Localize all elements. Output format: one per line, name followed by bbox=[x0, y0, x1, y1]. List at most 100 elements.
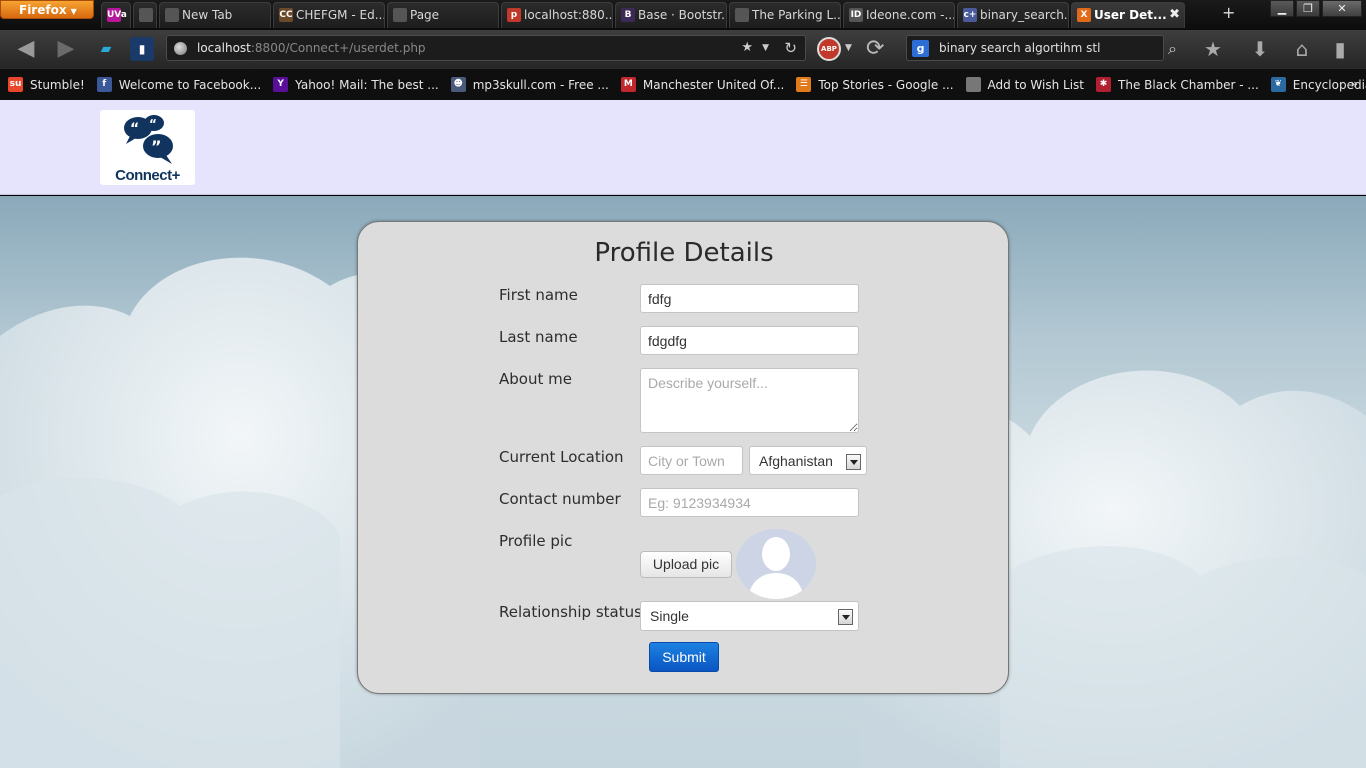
browser-tab[interactable]: Page bbox=[387, 2, 499, 28]
close-tab-icon[interactable]: ✖ bbox=[1169, 3, 1180, 27]
relationship-status-select[interactable]: Single bbox=[640, 601, 859, 631]
google-icon[interactable]: g bbox=[912, 40, 929, 57]
tab-label: Base · Bootstr... bbox=[638, 8, 727, 22]
profile-pic-label: Profile pic bbox=[499, 532, 573, 550]
current-location-label: Current Location bbox=[499, 448, 624, 466]
url-history-dropdown-icon[interactable]: ▼ bbox=[762, 36, 769, 60]
page-icon bbox=[165, 8, 179, 22]
phpmyadmin-icon: p bbox=[507, 8, 521, 22]
bookmark-label: Add to Wish List bbox=[987, 77, 1085, 92]
browser-tab[interactable]: c+ binary_search... bbox=[957, 2, 1069, 28]
about-me-textarea[interactable] bbox=[640, 368, 859, 433]
browser-tab[interactable]: UVa bbox=[101, 2, 131, 28]
restore-button[interactable]: ❐ bbox=[1296, 0, 1320, 17]
manutd-icon: M bbox=[620, 77, 636, 92]
bookmark-label: mp3skull.com - Free ... bbox=[472, 77, 609, 92]
browser-tab[interactable]: B Base · Bootstr... bbox=[615, 2, 727, 28]
bookmark-label: The Black Chamber - ... bbox=[1118, 77, 1259, 92]
facebook-icon: f bbox=[96, 77, 112, 92]
bookmark-label: Yahoo! Mail: The best ... bbox=[295, 77, 439, 92]
speech-bubbles-icon: “ “ ” bbox=[124, 115, 173, 164]
flag-icon: ✱ bbox=[1096, 77, 1112, 92]
browser-tab[interactable]: ID Ideone.com -... bbox=[843, 2, 955, 28]
browser-tab[interactable]: p localhost:880... bbox=[501, 2, 613, 28]
firefox-menu-label: Firefox bbox=[19, 3, 67, 17]
browser-tab[interactable]: The Parking L... bbox=[729, 2, 841, 28]
xampp-icon: X bbox=[1077, 8, 1091, 22]
reload-icon[interactable]: ↻ bbox=[784, 36, 797, 60]
tab-label: The Parking L... bbox=[752, 8, 841, 22]
tab-label: localhost:880... bbox=[524, 8, 613, 22]
close-window-button[interactable]: ✕ bbox=[1322, 0, 1362, 17]
search-query-text: binary search algortihm stl bbox=[939, 41, 1101, 55]
new-tab-button[interactable]: + bbox=[1222, 3, 1235, 22]
city-input[interactable] bbox=[640, 446, 743, 475]
tab-active[interactable]: X User Det... ✖ bbox=[1071, 2, 1185, 28]
bookmark-label: Top Stories - Google ... bbox=[818, 77, 954, 92]
relationship-select-value: Single bbox=[650, 608, 689, 624]
minimize-button[interactable]: ▁ bbox=[1270, 0, 1294, 17]
svg-text:”: ” bbox=[151, 137, 162, 156]
addon-cloud-icon[interactable]: ▰ bbox=[92, 35, 120, 63]
ideone-icon: ID bbox=[849, 8, 863, 22]
uva-icon: UVa bbox=[107, 8, 127, 22]
firefox-menu-button[interactable]: Firefox ▼ bbox=[0, 0, 94, 19]
svg-text:“: “ bbox=[130, 121, 139, 137]
bar-chart-icon[interactable]: ▮ bbox=[1326, 35, 1354, 63]
profile-details-card: Profile Details First name Last name Abo… bbox=[357, 221, 1009, 694]
page-title: Profile Details bbox=[594, 238, 774, 268]
contact-number-label: Contact number bbox=[499, 490, 621, 508]
page-icon bbox=[965, 77, 981, 92]
bookmark-item[interactable]: Add to Wish List bbox=[965, 77, 1085, 92]
bookmark-item[interactable]: su Stumble! bbox=[8, 77, 85, 92]
search-bar[interactable]: g binary search algortihm stl bbox=[906, 35, 1164, 61]
relationship-status-label: Relationship status bbox=[499, 603, 642, 621]
browser-tab[interactable] bbox=[133, 2, 157, 28]
back-button[interactable]: ◀ bbox=[12, 35, 40, 63]
default-avatar bbox=[736, 529, 816, 599]
browser-tab[interactable]: New Tab bbox=[159, 2, 271, 28]
downloads-icon[interactable]: ⬇ bbox=[1246, 35, 1274, 63]
britannica-icon: ❦ bbox=[1270, 77, 1286, 92]
bookmark-item[interactable]: M Manchester United Of... bbox=[620, 77, 785, 92]
first-name-label: First name bbox=[499, 286, 578, 304]
page-icon bbox=[735, 8, 749, 22]
chevron-down-icon[interactable] bbox=[838, 609, 853, 625]
chevron-down-icon[interactable]: ▼ bbox=[845, 43, 852, 53]
bookmark-item[interactable]: ☻ mp3skull.com - Free ... bbox=[450, 77, 609, 92]
navigation-toolbar: ◀ ▶ ▰ ▮ localhost:8800/Connect+/userdet.… bbox=[0, 30, 1366, 68]
bookmark-label: Manchester United Of... bbox=[642, 77, 785, 92]
adblock-plus-icon[interactable]: ABP bbox=[817, 37, 841, 61]
window-controls: ▁ ❐ ✕ bbox=[1268, 0, 1362, 17]
address-bar[interactable]: localhost:8800/Connect+/userdet.php ★ ▼ … bbox=[166, 35, 806, 61]
tab-strip: UVa New Tab CC CHEFGM - Ed... Page p localhost… bbox=[101, 2, 1187, 30]
bookmarks-menu-icon[interactable]: ★ bbox=[1199, 35, 1227, 63]
stumbleupon-icon: su bbox=[8, 77, 23, 92]
first-name-input[interactable] bbox=[640, 284, 859, 313]
connect-plus-logo[interactable]: “ “ ” Connect+ bbox=[100, 110, 195, 185]
search-icon[interactable]: ⌕ bbox=[1168, 35, 1177, 63]
contact-number-input[interactable] bbox=[640, 488, 859, 517]
bookmark-star-icon[interactable]: ★ bbox=[741, 36, 753, 60]
home-icon[interactable]: ⌂ bbox=[1288, 35, 1316, 63]
country-select-value: Afghanistan bbox=[759, 453, 833, 469]
bookmarks-toolbar: su Stumble! f Welcome to Facebook... Y Yahoo!… bbox=[0, 68, 1366, 100]
bookmarks-overflow-icon[interactable]: » bbox=[1351, 77, 1358, 91]
country-select[interactable]: Afghanistan bbox=[749, 446, 867, 475]
browser-tab[interactable]: CC CHEFGM - Ed... bbox=[273, 2, 385, 28]
bookmark-item[interactable]: ☰ Top Stories - Google ... bbox=[796, 77, 954, 92]
sync-icon[interactable]: ⟳ bbox=[866, 35, 884, 63]
chevron-down-icon: ▼ bbox=[70, 7, 77, 16]
bookmark-item[interactable]: ✱ The Black Chamber - ... bbox=[1096, 77, 1259, 92]
submit-button[interactable]: Submit bbox=[649, 642, 719, 672]
forward-button[interactable]: ▶ bbox=[52, 35, 80, 63]
bookmark-item[interactable]: Y Yahoo! Mail: The best ... bbox=[273, 77, 439, 92]
tab-label: Page bbox=[410, 8, 440, 22]
bookmark-item[interactable]: f Welcome to Facebook... bbox=[96, 77, 261, 92]
last-name-label: Last name bbox=[499, 328, 578, 346]
svg-text:“: “ bbox=[149, 117, 157, 131]
upload-pic-button[interactable]: Upload pic bbox=[640, 551, 732, 578]
stats-addon-icon[interactable]: ▮ bbox=[130, 37, 154, 61]
chevron-down-icon[interactable] bbox=[846, 454, 861, 470]
last-name-input[interactable] bbox=[640, 326, 859, 355]
